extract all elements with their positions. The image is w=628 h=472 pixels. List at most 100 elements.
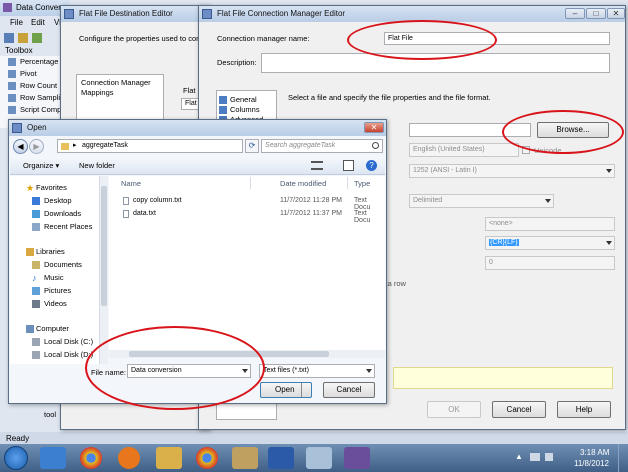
column-header-type[interactable]: Type	[354, 179, 370, 188]
column-header-date[interactable]: Date modified	[280, 179, 326, 188]
cancel-button[interactable]: Cancel	[492, 401, 546, 418]
refresh-icon[interactable]: ⟳	[245, 139, 259, 153]
chrome-icon[interactable]	[196, 447, 218, 469]
ok-button[interactable]: OK	[427, 401, 481, 418]
ie-icon[interactable]	[40, 447, 66, 469]
nav-libraries[interactable]: Libraries	[10, 246, 99, 258]
open-split-arrow[interactable]	[301, 383, 311, 397]
search-input[interactable]: Search aggregateTask	[261, 139, 383, 153]
close-button[interactable]: ✕	[607, 8, 625, 19]
nav-computer[interactable]: Computer	[10, 323, 99, 335]
organize-button[interactable]: Organize ▾	[23, 161, 59, 170]
network-icon[interactable]	[530, 453, 540, 461]
back-button[interactable]: ◀	[13, 139, 28, 154]
nav-local-disk-d[interactable]: Local Disk (D:)	[10, 349, 99, 361]
nav-videos[interactable]: Videos	[10, 298, 99, 310]
header-delimiter-value: {CR}{LF}	[489, 239, 519, 246]
paint-icon[interactable]	[232, 447, 258, 469]
connection-manager-titlebar: Flat File Connection Manager Editor – □ …	[199, 6, 625, 22]
nav-desktop[interactable]: Desktop	[10, 195, 99, 207]
close-button[interactable]: ✕	[364, 122, 384, 133]
word-icon[interactable]	[268, 447, 294, 469]
volume-icon[interactable]	[545, 453, 553, 461]
navigation-pane: ★ Favorites Desktop Downloads Recent Plac…	[10, 176, 100, 364]
nav-recent-places[interactable]: Recent Places	[10, 221, 99, 233]
code-page-dropdown[interactable]: 1252 (ANSI - Latin I)	[409, 164, 615, 178]
column-divider	[347, 177, 348, 189]
file-name-input[interactable]: Data conversion	[127, 364, 251, 378]
new-folder-button[interactable]: New folder	[79, 161, 115, 170]
scrollbar-thumb[interactable]	[101, 186, 107, 306]
toolbox-item[interactable]: Row Count	[0, 80, 64, 92]
chevron-down-icon	[606, 169, 612, 173]
preview-pane-icon[interactable]	[343, 160, 354, 171]
start-button[interactable]	[4, 446, 28, 470]
visual-studio-icon[interactable]	[344, 447, 370, 469]
nav-local-disk-c[interactable]: Local Disk (C:)	[10, 336, 99, 348]
clock-date[interactable]: 11/8/2012	[574, 459, 609, 468]
maximize-button[interactable]: □	[586, 8, 606, 19]
text-qualifier-field[interactable]: <none>	[485, 217, 615, 231]
format-value: Delimited	[413, 197, 443, 204]
column-header-name[interactable]: Name	[121, 179, 141, 188]
unicode-checkbox[interactable]	[522, 146, 530, 154]
taskbar: ▲ 3:18 AM 11/8/2012	[0, 444, 628, 472]
menu-edit[interactable]: Edit	[31, 18, 45, 27]
header-row-delimiter-dropdown[interactable]: {CR}{LF}	[485, 236, 615, 250]
toolbar-icon[interactable]	[18, 33, 28, 43]
scrollbar-thumb[interactable]	[129, 351, 329, 357]
toolbar-icon[interactable]	[32, 33, 42, 43]
help-icon[interactable]: ?	[366, 160, 377, 171]
nav-music[interactable]: ♪ Music	[10, 272, 99, 284]
connection-name-field[interactable]: Flat File	[384, 32, 610, 45]
list-item-mappings[interactable]: Mappings	[81, 88, 114, 97]
nav-label: Pictures	[44, 286, 72, 295]
toolbox-item[interactable]: Script Comp	[0, 104, 64, 116]
nav-documents[interactable]: Documents	[10, 259, 99, 271]
nav-downloads[interactable]: Downloads	[10, 208, 99, 220]
horizontal-scrollbar[interactable]	[109, 350, 385, 358]
nav-label: Local Disk (C:)	[44, 337, 94, 346]
nav-pictures[interactable]: Pictures	[10, 285, 99, 297]
drive-icon	[32, 338, 40, 346]
show-desktop-button[interactable]	[618, 444, 628, 472]
open-button[interactable]: Open	[260, 382, 312, 398]
list-item-connection-manager[interactable]: Connection Manager	[81, 78, 151, 87]
toolbox-item-label: Pivot	[20, 69, 37, 78]
star-icon: ★	[26, 183, 35, 193]
table-row[interactable]: data.txt 11/7/2012 11:37 PM Text Docu	[121, 208, 385, 224]
toolbox-item-label: Script Comp	[20, 105, 62, 114]
cancel-button[interactable]: Cancel	[323, 382, 375, 398]
description-field[interactable]	[261, 53, 610, 73]
help-button[interactable]: Help	[557, 401, 611, 418]
tray-arrow-icon[interactable]: ▲	[515, 452, 523, 461]
browse-button[interactable]: Browse...	[537, 122, 609, 138]
paint-brush-icon[interactable]	[306, 447, 332, 469]
vs-title: Data Conver	[16, 3, 61, 12]
format-dropdown[interactable]: Delimited	[409, 194, 554, 208]
toolbar-icon[interactable]	[4, 33, 14, 43]
path-separator-icon: ▸	[73, 142, 77, 149]
navigation-scrollbar[interactable]	[100, 176, 108, 364]
folder-icon[interactable]	[156, 447, 182, 469]
menu-file[interactable]: File	[10, 18, 23, 27]
clock-time[interactable]: 3:18 AM	[580, 448, 609, 457]
toolbox-item[interactable]: Pivot	[0, 68, 64, 80]
description-label: Description:	[217, 58, 257, 67]
nav-favorites[interactable]: ★ Favorites	[10, 182, 99, 194]
media-player-icon[interactable]	[118, 447, 140, 469]
columns-icon	[219, 106, 227, 114]
chrome-icon[interactable]	[80, 447, 102, 469]
nav-general-label: General	[230, 95, 257, 104]
header-rows-skip-spinner[interactable]: 0	[485, 256, 615, 270]
minimize-button[interactable]: –	[565, 8, 585, 19]
table-row[interactable]: copy column.txt 11/7/2012 11:28 PM Text …	[121, 195, 385, 211]
address-bar[interactable]: ▸ aggregateTask	[57, 139, 243, 153]
view-options-icon[interactable]	[311, 161, 323, 170]
forward-button[interactable]: ▶	[29, 139, 44, 154]
toolbox-item[interactable]: Percentage	[0, 56, 64, 68]
file-name-field[interactable]	[409, 123, 531, 137]
toolbox-item[interactable]: Row Sampli	[0, 92, 64, 104]
file-type-dropdown[interactable]: Text files (*.txt)	[259, 364, 375, 378]
locale-dropdown[interactable]: English (United States)	[409, 143, 519, 157]
